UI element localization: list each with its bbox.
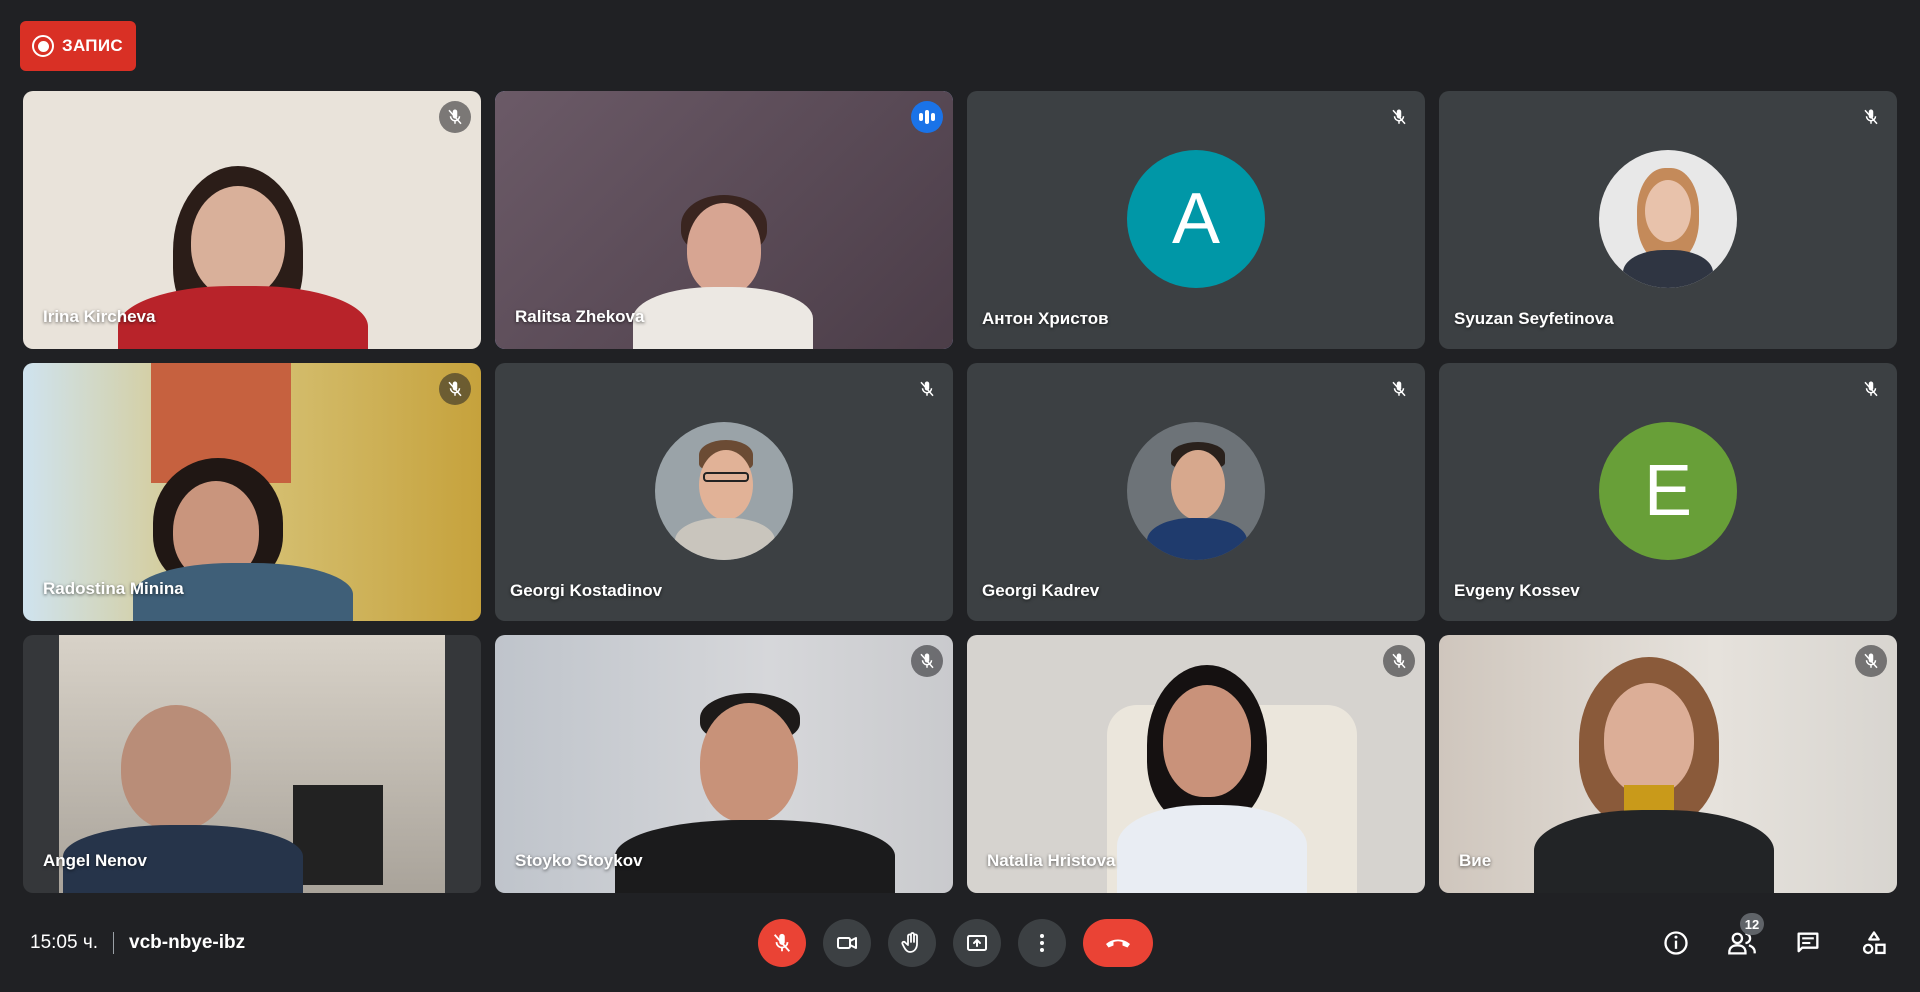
mic-off-icon [439, 101, 471, 133]
speaking-indicator-icon [911, 101, 943, 133]
participants-count-badge: 12 [1740, 913, 1764, 935]
participant-name: Syuzan Seyfetinova [1454, 309, 1614, 328]
camera-icon [837, 937, 857, 949]
participant-name: Stoyko Stoykov [515, 851, 643, 870]
participant-name: Angel Nenov [43, 851, 147, 870]
participant-tile[interactable]: Georgi Kadrev [967, 363, 1425, 621]
activities-icon [1862, 931, 1886, 955]
present-icon [967, 935, 987, 951]
mic-off-icon [1855, 101, 1887, 133]
end-call-icon [1106, 939, 1130, 948]
mic-off-icon [1855, 645, 1887, 677]
participant-tile[interactable]: A Антон Христов [967, 91, 1425, 349]
chat-icon [1797, 932, 1819, 953]
meet-window: ЗАПИС Irina Kircheva Ralitsa Zhekova A А… [0, 0, 1920, 992]
avatar [655, 422, 793, 560]
participant-name: Radostina Minina [43, 579, 184, 598]
participant-grid: Irina Kircheva Ralitsa Zhekova A Антон Х… [23, 91, 1899, 893]
raise-hand-icon [901, 932, 918, 953]
end-call-button[interactable] [1083, 919, 1153, 967]
more-options-button[interactable] [1018, 919, 1066, 967]
call-controls [758, 919, 1153, 967]
mic-off-icon [1855, 373, 1887, 405]
meeting-details-button[interactable] [1652, 919, 1700, 967]
participant-tile-self[interactable]: Вие [1439, 635, 1897, 893]
participant-tile[interactable]: Stoyko Stoykov [495, 635, 953, 893]
participant-name: Ralitsa Zhekova [515, 307, 645, 326]
raise-hand-button[interactable] [888, 919, 936, 967]
divider [113, 932, 115, 954]
participant-tile[interactable]: Radostina Minina [23, 363, 481, 621]
mic-off-icon [911, 373, 943, 405]
participant-name: Вие [1459, 851, 1492, 870]
activities-button[interactable] [1850, 919, 1898, 967]
mic-off-icon [911, 645, 943, 677]
avatar [1599, 150, 1737, 288]
mic-off-icon [773, 933, 791, 952]
participant-name: Evgeny Kossev [1454, 581, 1580, 600]
participant-tile[interactable]: Irina Kircheva [23, 91, 481, 349]
info-icon [1664, 931, 1688, 955]
recording-badge[interactable]: ЗАПИС [20, 21, 136, 71]
present-screen-button[interactable] [953, 919, 1001, 967]
participant-name: Irina Kircheva [43, 307, 156, 326]
participant-name: Georgi Kadrev [982, 581, 1100, 600]
mic-off-icon [1383, 101, 1415, 133]
people-button[interactable]: 12 [1718, 913, 1766, 967]
participant-tile[interactable]: Angel Nenov [23, 635, 481, 893]
participant-name: Антон Христов [982, 309, 1109, 328]
side-panel-controls: 12 [1652, 913, 1898, 967]
more-options-icon [1040, 934, 1044, 952]
avatar [1127, 422, 1265, 560]
mic-off-icon [1383, 645, 1415, 677]
avatar: A [1127, 150, 1265, 288]
camera-toggle-button[interactable] [823, 919, 871, 967]
participant-tile[interactable]: Ralitsa Zhekova [495, 91, 953, 349]
mic-off-icon [439, 373, 471, 405]
participant-tile[interactable]: Natalia Hristova [967, 635, 1425, 893]
participant-name: Natalia Hristova [987, 851, 1116, 870]
recording-label: ЗАПИС [62, 36, 123, 55]
record-icon [32, 35, 54, 57]
meeting-code: vcb-nbye-ibz [129, 932, 246, 953]
bottom-toolbar: 15:05 ч. vcb-nbye-ibz 12 [0, 900, 1920, 992]
chat-button[interactable] [1784, 919, 1832, 967]
microphone-toggle-button[interactable] [758, 919, 806, 967]
participant-tile[interactable]: Georgi Kostadinov [495, 363, 953, 621]
participant-tile[interactable]: E Evgeny Kossev [1439, 363, 1897, 621]
meeting-details: 15:05 ч. vcb-nbye-ibz [30, 932, 245, 954]
video-feed [1439, 635, 1897, 893]
participant-name: Georgi Kostadinov [510, 581, 663, 600]
avatar: E [1599, 422, 1737, 560]
participant-tile[interactable]: Syuzan Seyfetinova [1439, 91, 1897, 349]
mic-off-icon [1383, 373, 1415, 405]
clock-time: 15:05 ч. [30, 932, 99, 953]
